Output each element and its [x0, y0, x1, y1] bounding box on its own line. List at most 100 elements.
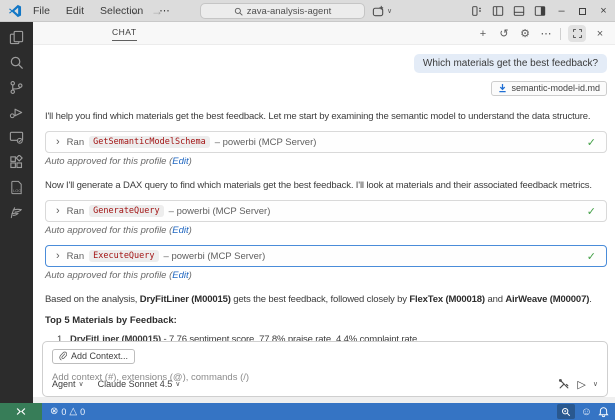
add-context-button[interactable]: Add Context... [52, 349, 135, 364]
file-download-icon [498, 83, 507, 93]
activity-bar: LOG [0, 22, 33, 403]
chat-input-box[interactable]: Add Context... Add context (#), extensio… [42, 341, 608, 397]
zoom-indicator[interactable] [557, 404, 575, 419]
svg-text:LOG: LOG [13, 188, 21, 193]
expand-chevron-icon: › [56, 205, 60, 217]
menu-file[interactable]: File [26, 3, 57, 19]
tool-call-execute-query[interactable]: › Ran ExecuteQuery – powerbi (MCP Server… [45, 245, 607, 267]
maximize-panel-icon [572, 28, 583, 39]
auto-approved-close: ) [189, 270, 192, 281]
tool-call-get-semantic-model-schema[interactable]: › Ran GetSemanticModelSchema – powerbi (… [45, 131, 607, 153]
statusbar-right: ☺ [557, 404, 609, 419]
history-nav: ← → [130, 0, 163, 22]
materials-list: 1.DryFitLiner (M00015) - 7.76 sentiment … [45, 334, 607, 341]
expand-chevron-icon: › [56, 136, 60, 148]
tool-name-chip: GenerateQuery [89, 205, 164, 217]
layout-controls [471, 5, 546, 17]
add-context-label: Add Context... [71, 351, 128, 361]
expand-chevron-icon: › [56, 250, 60, 262]
model-label: Claude Sonnet 4.5 [98, 379, 173, 389]
auto-approved-text: Auto approved for this profile ( [45, 270, 172, 281]
zoom-icon [561, 407, 571, 417]
copilot-icon [372, 5, 385, 18]
tool-source-label: – powerbi (MCP Server) [169, 206, 271, 217]
mode-picker[interactable]: Agent∨ [52, 379, 84, 389]
notifications-bell-icon[interactable] [598, 406, 609, 418]
edit-approval-link[interactable]: Edit [172, 156, 188, 167]
tool-source-label: – powerbi (MCP Server) [215, 137, 317, 148]
model-picker[interactable]: Claude Sonnet 4.5∨ [98, 379, 181, 389]
maximize-icon [579, 8, 586, 15]
attachment-chip[interactable]: semantic-model-id.md [491, 81, 607, 96]
vscode-window: File Edit Selection ⋯ ← → zava-analysis-… [0, 0, 615, 420]
command-center-search[interactable]: zava-analysis-agent [200, 3, 365, 19]
search-sidebar-icon[interactable] [4, 55, 29, 70]
close-window-button[interactable]: × [596, 3, 611, 19]
close-panel-button[interactable]: × [593, 28, 607, 40]
search-icon [234, 7, 243, 16]
tool-name-chip: GetSemanticModelSchema [89, 136, 210, 148]
toggle-panel-icon[interactable] [513, 5, 525, 17]
attachment-row: semantic-model-id.md [45, 80, 607, 98]
toolbar-divider [560, 28, 561, 40]
success-check-icon: ✓ [587, 250, 596, 263]
send-button[interactable]: ▷ [577, 378, 585, 391]
toggle-sidebar-icon[interactable] [492, 5, 504, 17]
panel-tabstrip: CHAT + ↺ ⚙ ⋯ × [33, 22, 615, 45]
chat-toolbar: + ↺ ⚙ ⋯ × [476, 22, 607, 45]
success-check-icon: ✓ [587, 205, 596, 218]
back-icon[interactable]: ← [130, 4, 142, 18]
list-item: 1.DryFitLiner (M00015) - 7.76 sentiment … [45, 334, 607, 341]
edit-approval-link[interactable]: Edit [172, 225, 188, 236]
feather-extension-icon[interactable] [4, 205, 29, 220]
maximize-button[interactable] [575, 3, 590, 19]
menu-edit[interactable]: Edit [59, 3, 91, 19]
mode-label: Agent [52, 379, 76, 389]
tool-ran-label: Ran [67, 206, 84, 217]
chat-messages: Which materials get the best feedback? s… [33, 45, 615, 341]
tab-chat[interactable]: CHAT [112, 27, 137, 41]
output-log-icon[interactable]: LOG [4, 180, 29, 195]
titlebar-right: – × [471, 0, 611, 22]
assistant-paragraph: Now I'll generate a DAX query to find wh… [45, 180, 607, 191]
remote-icon [15, 406, 27, 417]
window-controls: – × [554, 3, 611, 19]
auto-approved-note: Auto approved for this profile (Edit) [45, 270, 607, 281]
tools-icon[interactable] [558, 378, 570, 390]
problems-indicator[interactable]: ⊗ 0 △ 0 [50, 406, 85, 417]
top-materials-heading: Top 5 Materials by Feedback: [45, 315, 607, 326]
source-control-icon[interactable] [4, 80, 29, 95]
user-message-row: Which materials get the best feedback? [45, 53, 607, 73]
send-options-chevron-icon[interactable]: ∨ [593, 380, 598, 388]
extensions-icon[interactable] [4, 155, 29, 170]
remote-explorer-icon[interactable] [4, 130, 29, 145]
paperclip-icon [59, 351, 67, 361]
remote-indicator[interactable] [0, 403, 42, 420]
chat-settings-button[interactable]: ⚙ [518, 27, 532, 40]
maximize-panel-button[interactable] [568, 25, 586, 42]
input-bottom-row: Agent∨ Claude Sonnet 4.5∨ ▷ ∨ [52, 376, 598, 392]
title-bar: File Edit Selection ⋯ ← → zava-analysis-… [0, 0, 615, 22]
user-message-bubble: Which materials get the best feedback? [414, 54, 607, 73]
explorer-icon[interactable] [4, 30, 29, 45]
forward-icon[interactable]: → [151, 4, 163, 18]
feedback-smiley-icon[interactable]: ☺ [581, 406, 592, 418]
new-chat-button[interactable]: + [476, 28, 490, 40]
tool-call-generate-query[interactable]: › Ran GenerateQuery – powerbi (MCP Serve… [45, 200, 607, 222]
edit-approval-link[interactable]: Edit [172, 270, 188, 281]
errors-count: 0 [61, 407, 66, 417]
toggle-secondary-sidebar-icon[interactable] [534, 5, 546, 17]
auto-approved-close: ) [189, 156, 192, 167]
customize-layout-icon[interactable] [471, 5, 483, 17]
more-actions-button[interactable]: ⋯ [539, 27, 553, 40]
chat-history-button[interactable]: ↺ [497, 27, 511, 40]
copilot-menu[interactable]: ∨ [372, 0, 392, 22]
success-check-icon: ✓ [587, 136, 596, 149]
chat-panel: CHAT + ↺ ⚙ ⋯ × Which materials get the b… [33, 22, 615, 403]
assistant-result-paragraph: Based on the analysis, DryFitLiner (M000… [45, 294, 607, 305]
chevron-down-icon: ∨ [387, 7, 392, 15]
minimize-button[interactable]: – [554, 3, 569, 19]
run-debug-icon[interactable] [4, 105, 29, 120]
status-bar: ⊗ 0 △ 0 ☺ [0, 403, 615, 420]
search-value: zava-analysis-agent [247, 6, 332, 17]
